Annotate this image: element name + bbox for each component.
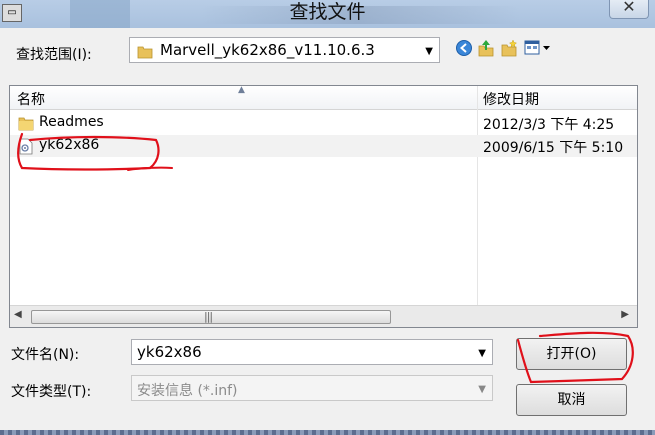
red-annotation-marks <box>17 132 634 384</box>
